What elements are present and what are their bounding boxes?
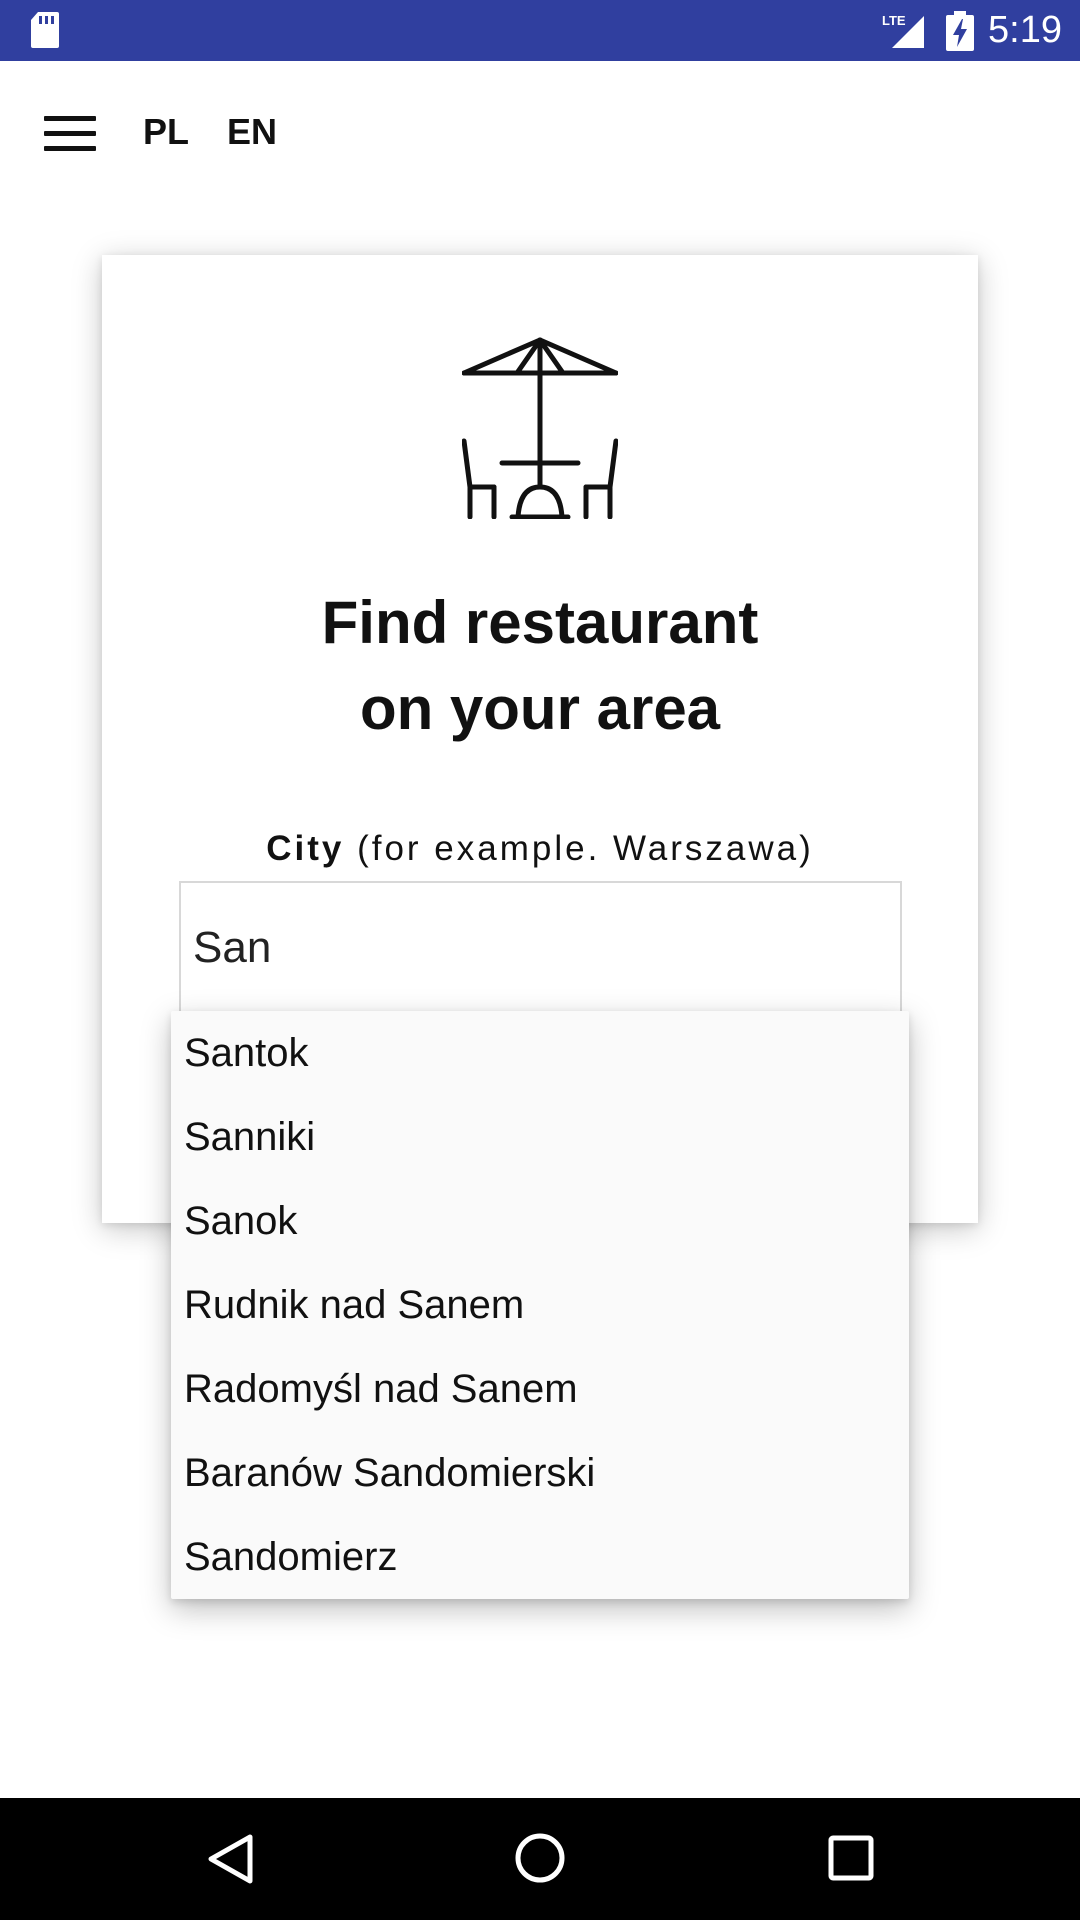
suggestion-item[interactable]: Santok: [171, 1011, 909, 1095]
city-label-hint: (for example. Warszawa): [344, 829, 814, 868]
suggestion-item[interactable]: Sanniki: [171, 1095, 909, 1179]
suggestion-item[interactable]: Sandomierz: [171, 1515, 909, 1599]
home-icon[interactable]: [514, 1832, 566, 1884]
language-en-button[interactable]: EN: [227, 111, 277, 153]
battery-charging-icon: [946, 11, 974, 51]
recent-apps-icon[interactable]: [828, 1835, 874, 1881]
top-bar: PL EN: [0, 61, 1080, 206]
hamburger-menu-icon[interactable]: [44, 116, 96, 152]
status-bar: LTE 5:19: [0, 0, 1080, 61]
svg-text:LTE: LTE: [882, 13, 906, 28]
suggestion-item[interactable]: Rudnik nad Sanem: [171, 1263, 909, 1347]
city-autocomplete-dropdown: Santok Sanniki Sanok Rudnik nad Sanem Ra…: [171, 1011, 909, 1599]
language-pl-button[interactable]: PL: [143, 111, 189, 153]
status-clock: 5:19: [988, 9, 1062, 51]
suggestion-item[interactable]: Radomyśl nad Sanem: [171, 1347, 909, 1431]
sd-card-icon: [31, 12, 59, 48]
title-line-1: Find restaurant: [321, 589, 759, 656]
restaurant-umbrella-table-icon: [462, 337, 618, 519]
lte-signal-icon: LTE: [882, 13, 924, 48]
title-line-2: on your area: [359, 675, 721, 742]
page-title: Find restaurant on your area: [102, 580, 978, 752]
back-icon[interactable]: [206, 1833, 256, 1885]
suggestion-item[interactable]: Baranów Sandomierski: [171, 1431, 909, 1515]
city-label-bold: City: [266, 829, 345, 868]
navigation-bar: [0, 1798, 1080, 1920]
city-field-label: City (for example. Warszawa): [102, 829, 978, 869]
city-input[interactable]: San: [179, 881, 902, 1021]
suggestion-item[interactable]: Sanok: [171, 1179, 909, 1263]
